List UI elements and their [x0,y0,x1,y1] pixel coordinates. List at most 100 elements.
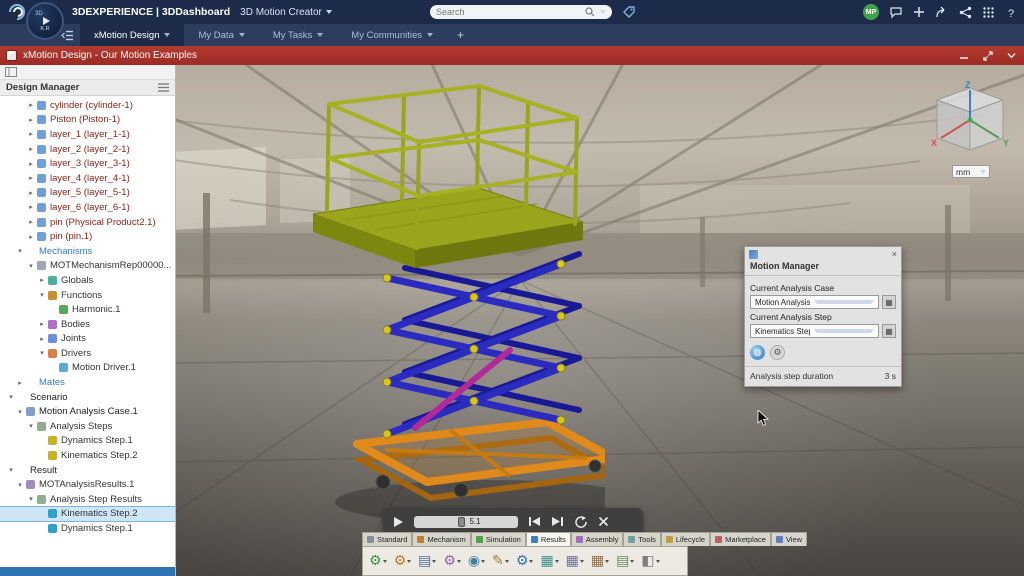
tree-item-label[interactable]: layer_4 (layer_4-1) [50,173,130,184]
toolbar-button[interactable]: ▤ [416,553,438,569]
ribbon-tab[interactable]: Simulation [471,532,526,546]
tree-item[interactable]: ▸ layer_6 (layer_6-1) [0,200,175,215]
axis-y-label[interactable]: Y [1003,138,1009,148]
tree-expand-arrow[interactable]: ▾ [37,291,47,299]
tree-item-label[interactable]: layer_6 (layer_6-1) [50,202,130,213]
panel-collapse-icon[interactable] [5,67,17,77]
tree-item[interactable]: ▾ Motion Analysis Case.1 [0,404,175,419]
tree-item-label[interactable]: pin (pin.1) [50,231,92,242]
ribbon-tab[interactable]: Mechanism [412,532,470,546]
tree-item-label[interactable]: Kinematics Step.2 [61,508,138,519]
dashboard-tab[interactable]: My Tasks [259,24,337,46]
ribbon-tab[interactable]: Results [526,532,571,546]
tree-item-label[interactable]: Bodies [61,319,90,330]
axis-z-label[interactable]: Z [965,80,971,90]
ribbon-tab[interactable]: Marketplace [710,532,771,546]
tree-expand-arrow[interactable]: ▸ [15,379,25,387]
loop-icon[interactable] [574,516,588,528]
tree-item[interactable]: ▾ Functions [0,288,175,303]
dashboard-tab[interactable]: My Data [184,24,258,46]
tree-item[interactable]: ▸ layer_3 (layer_3-1) [0,156,175,171]
ribbon-tab[interactable]: Standard [362,532,412,546]
tree-item-label[interactable]: MOTAnalysisResults.1 [39,479,134,490]
ribbon-tab[interactable]: Assembly [571,532,624,546]
toolbar-button[interactable]: ⚙ [441,553,463,569]
close-icon[interactable]: × [892,249,897,259]
toolbar-button[interactable]: ▦ [538,553,560,569]
toolbar-button[interactable]: ⚙ [514,553,536,569]
apps-icon[interactable] [982,6,995,19]
tree-item[interactable]: ▾ Analysis Step Results [0,492,175,507]
tree-item-label[interactable]: Harmonic.1 [72,304,121,315]
tree-expand-arrow[interactable]: ▸ [26,160,36,168]
tree-expand-arrow[interactable]: ▸ [26,145,36,153]
toolbar-button[interactable]: ✎ [490,553,511,569]
tree-expand-arrow[interactable]: ▸ [37,320,47,328]
tree-item[interactable]: ▾ Result [0,463,175,478]
search-input[interactable] [436,7,585,17]
play-button[interactable] [393,516,404,528]
axis-x-label[interactable]: X [931,138,937,148]
slider-handle[interactable] [458,517,465,527]
tree-item[interactable]: ▸ pin (pin.1) [0,229,175,244]
scissor-lift-model[interactable] [265,78,605,528]
tree-item[interactable]: ▸ Globals [0,273,175,288]
tree-item[interactable]: Harmonic.1 [0,302,175,317]
tree-expand-arrow[interactable]: ▸ [26,130,36,138]
tree-item[interactable]: Motion Driver.1 [0,361,175,376]
tree-item[interactable]: ▸ Piston (Piston-1) [0,113,175,128]
tree-item[interactable]: ▾ Mechanisms [0,244,175,259]
tree-item[interactable]: ▾ Drivers [0,346,175,361]
tree-item-label[interactable]: MOTMechanismRep00000... [50,260,171,271]
help-icon[interactable]: ? [1005,6,1018,19]
search-icon[interactable] [585,7,595,17]
toolbar-button[interactable]: ▤ [614,553,636,569]
tree-item-label[interactable]: layer_2 (layer_2-1) [50,144,130,155]
open-step-button[interactable]: ▦ [882,324,896,338]
globe-settings-button[interactable]: ◍ [750,345,765,360]
units-dropdown[interactable]: mm [952,165,990,178]
add-icon[interactable] [913,6,925,18]
expand-icon[interactable] [983,51,993,61]
ribbon-tab[interactable]: Tools [623,532,661,546]
timeline-slider[interactable]: 5.1 [414,516,518,528]
tree-item-label[interactable]: Globals [61,275,93,286]
tree-item[interactable]: ▾ MOTAnalysisResults.1 [0,477,175,492]
3d-compass-button[interactable]: 3D K.R [26,2,64,40]
tree-item-label[interactable]: Piston (Piston-1) [50,114,120,125]
tree-item[interactable]: Kinematics Step.2 [0,507,175,522]
tree-item-label[interactable]: Functions [61,290,102,301]
tree-item[interactable]: ▾ MOTMechanismRep00000... [0,259,175,274]
caret-down-icon[interactable] [1007,52,1016,59]
tree-expand-arrow[interactable]: ▸ [26,174,36,182]
tree-expand-arrow[interactable]: ▸ [26,101,36,109]
tree-expand-arrow[interactable]: ▾ [15,481,25,489]
tree-expand-arrow[interactable]: ▾ [37,349,47,357]
analysis-case-dropdown[interactable]: Motion Analysis Case.1 [750,295,879,309]
tree-expand-arrow[interactable]: ▸ [26,189,36,197]
tree-expand-arrow[interactable]: ▾ [6,393,16,401]
tree-item[interactable]: ▸ cylinder (cylinder-1) [0,98,175,113]
tree-expand-arrow[interactable]: ▸ [26,203,36,211]
tree-item[interactable]: Dynamics Step.1 [0,521,175,536]
tree-item[interactable]: ▾ Analysis Steps [0,419,175,434]
tree-expand-arrow[interactable]: ▾ [26,495,36,503]
tree-item-label[interactable]: Dynamics Step.1 [61,435,133,446]
dashboard-tab[interactable]: xMotion Design [80,24,184,46]
open-case-button[interactable]: ▦ [882,295,896,309]
tree-item[interactable]: Dynamics Step.1 [0,434,175,449]
ribbon-tab[interactable]: Lifecycle [661,532,710,546]
tree-item[interactable]: ▸ Mates [0,375,175,390]
tree-item[interactable]: ▸ layer_4 (layer_4-1) [0,171,175,186]
gear-icon[interactable]: ⚙ [770,345,785,360]
tree-item-label[interactable]: Analysis Steps [50,421,112,432]
menu-icon[interactable] [158,83,169,92]
toolbar-button[interactable]: ◧ [639,553,661,569]
share-icon[interactable] [959,6,972,19]
step-back-icon[interactable] [528,516,541,527]
tree-item-label[interactable]: Mates [39,377,65,388]
tree-item-label[interactable]: Scenario [30,392,68,403]
tree-expand-arrow[interactable]: ▾ [6,466,16,474]
tree-item-label[interactable]: pin (Physical Product2.1) [50,217,156,228]
tree-item[interactable]: ▸ Joints [0,332,175,347]
